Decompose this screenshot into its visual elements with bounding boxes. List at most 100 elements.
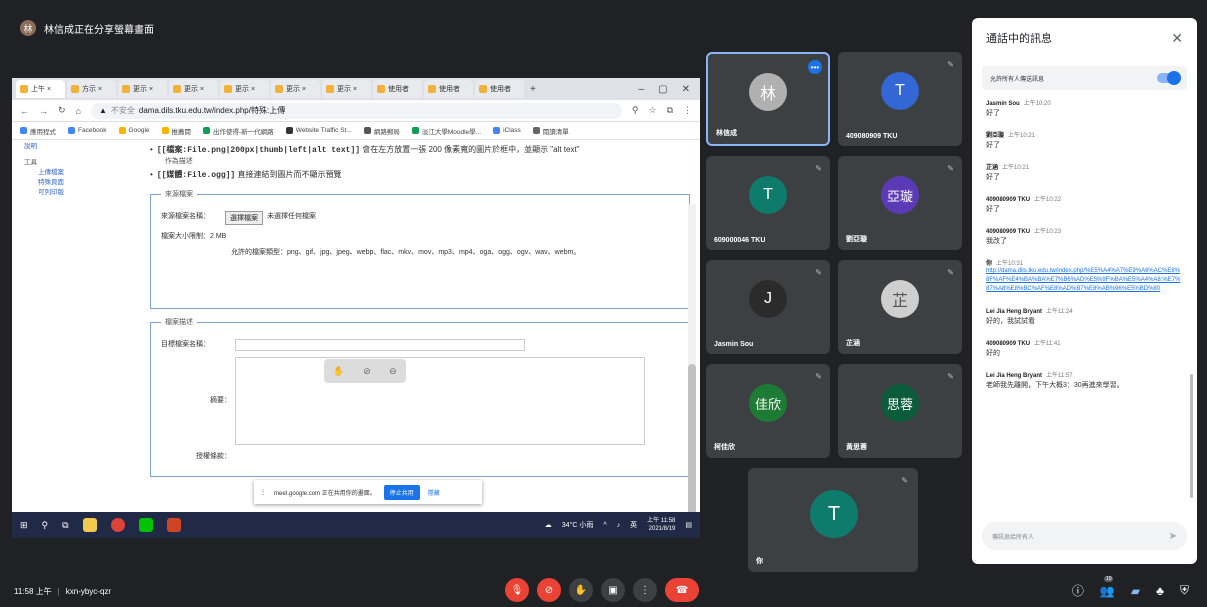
- bookmark-item[interactable]: Google: [118, 127, 150, 134]
- host-controls-icon[interactable]: ⛨: [1180, 583, 1189, 598]
- message-sender: 劉亞璇: [986, 133, 1005, 139]
- tab-favicon-icon: [479, 85, 487, 93]
- sidebar-help-link[interactable]: 說明: [24, 142, 114, 152]
- hide-button[interactable]: 隱藏: [428, 488, 440, 497]
- windows-start-icon[interactable]: ⊞: [20, 520, 28, 531]
- participant-tile[interactable]: T ✎ 409080909 TKU: [838, 52, 962, 146]
- task-view-icon[interactable]: ⧉: [62, 520, 68, 531]
- search-icon[interactable]: ⚲: [42, 520, 49, 531]
- bookmark-item[interactable]: 出作使得-新一代網路: [203, 126, 274, 136]
- weather-text[interactable]: 34°C 小雨: [562, 520, 594, 530]
- chat-scrollbar[interactable]: [1190, 374, 1193, 498]
- stop-sharing-button[interactable]: 停止共用: [383, 484, 420, 500]
- mic-off-icon: 🎙︎: [510, 584, 524, 596]
- chat-message: 劉亞璇 上午10:21 好了: [986, 130, 1183, 150]
- send-icon[interactable]: ➤: [1169, 531, 1177, 542]
- browser-tab[interactable]: 更示 ×: [220, 80, 269, 98]
- tray-arrow-icon[interactable]: ^: [603, 522, 606, 529]
- people-icon[interactable]: 👥 10: [1100, 575, 1115, 598]
- self-view-tile[interactable]: T ✎ 你: [748, 468, 918, 572]
- bookmark-item[interactable]: Facebook: [68, 127, 107, 134]
- sidebar-item-printable[interactable]: 可列印版: [24, 188, 114, 198]
- url-field[interactable]: ▲ 不安全 dama.dils.tku.edu.tw/index.php/特殊:…: [90, 102, 622, 119]
- menu-icon[interactable]: ⋮: [683, 105, 692, 116]
- browser-tab[interactable]: 更示 ×: [118, 80, 167, 98]
- bookmark-label: 閱讀清單: [542, 128, 569, 136]
- participant-name: 黃思蓉: [846, 444, 867, 451]
- browser-tab[interactable]: 方示 ×: [67, 80, 116, 98]
- mic-off-icon[interactable]: ✋: [333, 366, 344, 377]
- summary-textarea[interactable]: [235, 357, 645, 445]
- forward-icon[interactable]: →: [39, 106, 48, 116]
- close-icon[interactable]: ✕: [682, 84, 690, 95]
- leave-call-button[interactable]: ☎: [665, 578, 699, 602]
- participant-tile[interactable]: 亞璇 ✎ 劉亞璇: [838, 156, 962, 250]
- minimize-icon[interactable]: –: [639, 84, 645, 95]
- home-icon[interactable]: ⌂: [76, 106, 81, 116]
- chrome-icon[interactable]: [110, 518, 125, 532]
- participant-avatar: 芷: [881, 280, 919, 319]
- sidebar-item-special-pages[interactable]: 特殊頁面: [24, 178, 114, 188]
- line-icon[interactable]: [138, 518, 153, 532]
- powerpoint-icon[interactable]: [166, 518, 181, 532]
- participant-tile[interactable]: 芷 ✎ 芷涵: [838, 260, 962, 354]
- page-scrollbar[interactable]: [688, 204, 696, 538]
- activities-icon[interactable]: ♣: [1156, 584, 1164, 598]
- language-indicator[interactable]: 英: [630, 520, 637, 530]
- participant-tile[interactable]: T ✎ 609000046 TKU: [706, 156, 830, 250]
- new-tab-icon[interactable]: +: [526, 84, 540, 95]
- sidebar-item-upload[interactable]: 上傳檔案: [24, 168, 114, 178]
- bookmark-label: 淡江大學Moodle學...: [421, 128, 482, 136]
- minimize-circle-icon[interactable]: ⊖: [389, 366, 397, 377]
- browser-tab[interactable]: 更示 ×: [169, 80, 218, 98]
- drag-handle-icon[interactable]: ⋮: [260, 489, 266, 496]
- more-options-button[interactable]: ⋮: [633, 578, 657, 602]
- participant-tile[interactable]: 佳欣 ✎ 柯佳欣: [706, 364, 830, 458]
- present-button[interactable]: ▣: [601, 578, 625, 602]
- camera-off-icon[interactable]: ⊘: [363, 366, 371, 377]
- notification-icon[interactable]: ▤: [685, 521, 692, 529]
- bookmark-item[interactable]: 閱讀清單: [532, 126, 569, 136]
- more-options-icon[interactable]: •••: [808, 60, 822, 74]
- bookmark-item[interactable]: 應用程式: [20, 126, 56, 136]
- choose-file-button[interactable]: 選擇檔案: [225, 211, 263, 225]
- meeting-code: kxn-ybyc-qzr: [65, 587, 112, 596]
- message-link[interactable]: http://dama.dils.tku.edu.tw/index.php/%E…: [986, 267, 1183, 294]
- browser-tab[interactable]: 更示 ×: [271, 80, 320, 98]
- browser-tab[interactable]: 使用者: [475, 80, 524, 98]
- chat-input[interactable]: 傳訊息給所有人 ➤: [982, 522, 1187, 550]
- dest-filename-input[interactable]: [235, 339, 525, 351]
- participant-tile[interactable]: 思蓉 ✎ 黃思蓉: [838, 364, 962, 458]
- bookmark-item[interactable]: 淡江大學Moodle學...: [411, 126, 482, 136]
- browser-tab[interactable]: 上午 ×: [16, 80, 65, 98]
- taskbar-clock[interactable]: 上午 11:58 2021/8/19: [647, 517, 675, 533]
- bookmark-item[interactable]: Website Traffic St...: [285, 127, 352, 134]
- volume-icon[interactable]: ♪: [617, 522, 621, 529]
- browser-tab[interactable]: 使用者: [424, 80, 473, 98]
- bookmark-item[interactable]: 網路郵局: [363, 126, 400, 136]
- browser-tab[interactable]: 使用者: [373, 80, 422, 98]
- bookmark-icon: [493, 127, 501, 134]
- reload-icon[interactable]: ↻: [58, 105, 66, 116]
- maximize-icon[interactable]: ▢: [658, 84, 667, 95]
- bookmark-item[interactable]: iClass: [493, 127, 521, 134]
- zoom-icon[interactable]: ⚲: [632, 105, 639, 116]
- meet-window: 林 林信成正在分享螢幕畫面 上午 × 方示 × 更示 × 更示 × 更示 × 更…: [0, 0, 1207, 607]
- participant-tile[interactable]: 林 ••• 林信成: [706, 52, 830, 146]
- file-explorer-icon[interactable]: [82, 518, 97, 532]
- bookmark-item[interactable]: 推薦閱: [161, 126, 191, 136]
- browser-tab[interactable]: 更示 ×: [322, 80, 371, 98]
- back-icon[interactable]: ←: [20, 106, 29, 116]
- mic-toggle-button[interactable]: 🎙︎: [505, 578, 529, 602]
- allow-messages-toggle[interactable]: [1157, 71, 1181, 85]
- camera-toggle-button[interactable]: ⊘: [537, 578, 561, 602]
- info-icon[interactable]: ⓘ: [1072, 582, 1084, 599]
- participant-tile[interactable]: J ✎ Jasmin Sou: [706, 260, 830, 354]
- extensions-icon[interactable]: ⧉: [667, 105, 673, 116]
- star-icon[interactable]: ☆: [648, 105, 656, 116]
- chat-icon[interactable]: ▰: [1131, 584, 1140, 598]
- raise-hand-button[interactable]: ✋: [569, 578, 593, 602]
- tab-favicon-icon: [275, 85, 283, 93]
- message-text: 好的，我試試看: [986, 318, 1035, 325]
- close-icon[interactable]: ✕: [1171, 30, 1183, 47]
